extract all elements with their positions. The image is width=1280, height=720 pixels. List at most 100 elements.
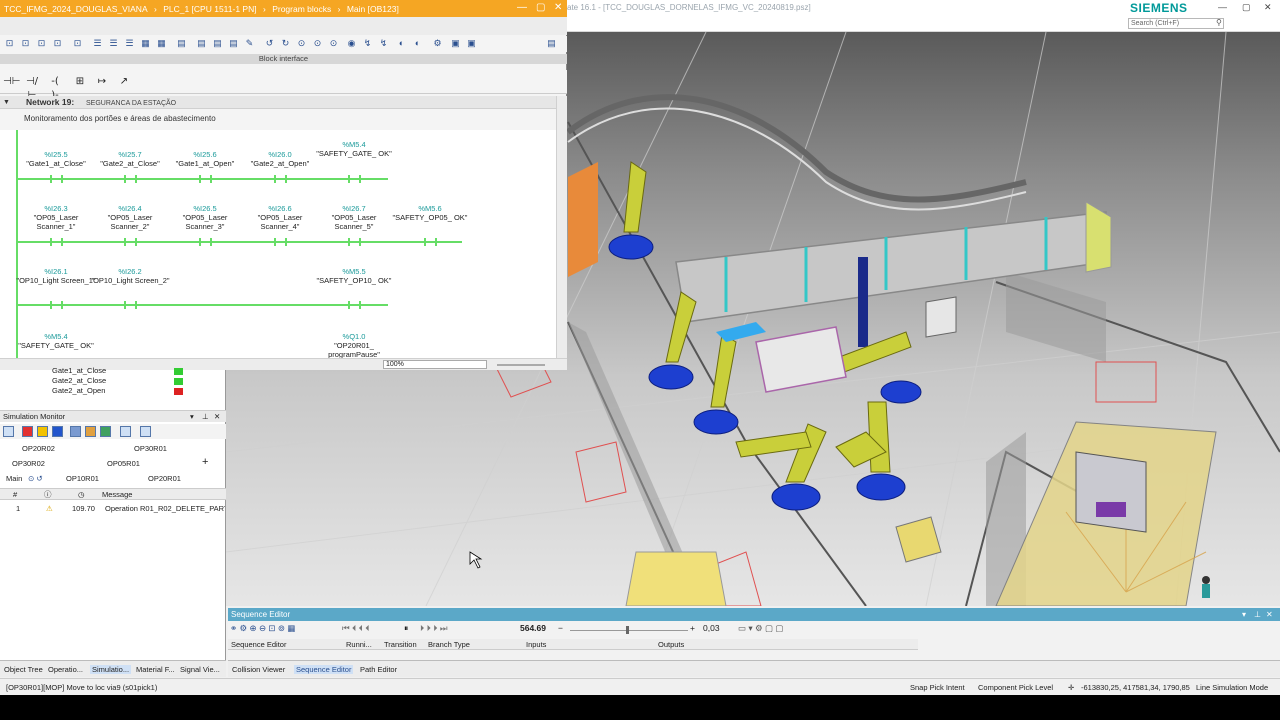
contact-gate1-at-open[interactable]: %I25.6 "Gate1_at_Open": [165, 150, 245, 168]
tab-signal-viewer[interactable]: Signal Vie...: [180, 665, 220, 674]
contact-gate2-at-open[interactable]: %I26.0 "Gate2_at_Open": [240, 150, 320, 168]
view-icon[interactable]: [70, 426, 81, 437]
error-filter-icon[interactable]: [22, 426, 33, 437]
toolbar-icon[interactable]: ↯: [378, 38, 389, 49]
toolbar-icon[interactable]: ◐: [412, 38, 423, 49]
tia-close-button[interactable]: ✕: [554, 2, 562, 13]
toolbar-icon[interactable]: ⊡: [52, 38, 63, 49]
toolbar-icon[interactable]: ✎: [244, 38, 255, 49]
view-icon[interactable]: [100, 426, 111, 437]
column-outputs[interactable]: Outputs: [658, 639, 684, 650]
close-branch-button[interactable]: ↗: [116, 75, 132, 89]
coil-safety-op10-ok[interactable]: %M5.5 "SAFETY_OP10_ OK": [314, 267, 394, 285]
speed-plus-button[interactable]: +: [690, 623, 695, 633]
breadcrumb-project[interactable]: TCC_IFMG_2024_DOUGLAS_VIANA: [4, 4, 148, 14]
tab-sequence-editor[interactable]: Sequence Editor: [294, 665, 354, 674]
tab-simulation-monitor[interactable]: Simulatio...: [90, 665, 132, 674]
table-row[interactable]: 1 ⚠ 109.70 Operation R01_R02_DELETE_PART: [0, 502, 226, 515]
dropdown-icon[interactable]: ▾: [190, 411, 194, 423]
column-transition[interactable]: Transition: [384, 639, 417, 650]
zoom-select[interactable]: 100%: [383, 360, 487, 369]
zoom-slider[interactable]: [497, 364, 545, 366]
toolbar-icon[interactable]: ⊡: [20, 38, 31, 49]
view-icon[interactable]: [85, 426, 96, 437]
column-inputs[interactable]: Inputs: [526, 639, 546, 650]
pause-icon[interactable]: ⏸: [404, 623, 408, 634]
column-branch-type[interactable]: Branch Type: [428, 639, 470, 650]
tab-options-icon[interactable]: ⊙ ↺: [28, 474, 43, 483]
time-column-icon[interactable]: ◷: [78, 489, 85, 500]
tab-op10r01[interactable]: OP10R01: [66, 474, 99, 483]
playback-forward-icon[interactable]: ⏵ ⏵ ⏵ ⏭: [420, 623, 448, 634]
tia-minimize-button[interactable]: —: [517, 2, 527, 13]
toolbar-icon[interactable]: ◉: [346, 38, 357, 49]
nc-contact-button[interactable]: ⊣/⊢: [24, 75, 40, 101]
close-icon[interactable]: ✕: [1266, 608, 1273, 621]
block-interface-bar[interactable]: Block interface: [0, 54, 567, 64]
contact-gate2-at-close[interactable]: %I25.7 "Gate2_at_Close": [90, 150, 170, 168]
tree-item-signal[interactable]: Gate2_at_Open: [52, 386, 105, 395]
tree-item-signal[interactable]: Gate1_at_Close: [52, 366, 106, 375]
info-filter-icon[interactable]: [52, 426, 63, 437]
info-column-icon[interactable]: ⓘ: [44, 489, 52, 500]
tab-collision-viewer[interactable]: Collision Viewer: [232, 665, 285, 674]
speed-value[interactable]: 0,03: [703, 623, 720, 633]
toolbar-icon[interactable]: ▣: [450, 38, 461, 49]
speed-minus-button[interactable]: −: [558, 623, 563, 633]
tab-object-tree[interactable]: Object Tree: [4, 665, 43, 674]
column-message[interactable]: Message: [102, 489, 132, 500]
toolbar-icon[interactable]: ⚭ ⚙ ⊕ ⊖ ⊡ ⊚ ▦: [230, 623, 295, 634]
contact-op10-light-screen-2[interactable]: %I26.2 "OP10_Light Screen_2": [90, 267, 170, 285]
toolbar-icon[interactable]: ⊡: [72, 38, 83, 49]
toolbar-icon[interactable]: ⊙: [312, 38, 323, 49]
ps-minimize-button[interactable]: —: [1218, 2, 1227, 12]
column-sequence-editor[interactable]: Sequence Editor: [231, 639, 286, 650]
contact-op05-laser-scanner-4[interactable]: %I26.6 "OP05_Laser Scanner_4": [240, 204, 320, 231]
toolbar-icon[interactable]: ⚙: [432, 38, 443, 49]
network-comment[interactable]: Monitoramento dos portões e áreas de aba…: [24, 114, 216, 123]
close-icon[interactable]: ✕: [214, 411, 220, 423]
ps-close-button[interactable]: ✕: [1264, 2, 1272, 13]
pin-icon[interactable]: ⊥: [202, 411, 209, 423]
tree-item-signal[interactable]: Gate2_at_Close: [52, 376, 106, 385]
warning-filter-icon[interactable]: [37, 426, 48, 437]
toolbar-icon[interactable]: ▤: [212, 38, 223, 49]
toolbar-icon[interactable]: ⊙: [328, 38, 339, 49]
tab-main[interactable]: Main: [6, 474, 22, 483]
no-contact-button[interactable]: ⊣⊢: [3, 75, 20, 89]
toolbar-icon[interactable]: ⊙: [296, 38, 307, 49]
collapse-arrow-icon[interactable]: ▼: [3, 96, 10, 109]
toolbar-icon[interactable]: ▭ ▾ ⚙ ▢ ▢: [738, 623, 783, 634]
contact-op05-laser-scanner-5[interactable]: %I26.7 "OP05_Laser Scanner_5": [314, 204, 394, 231]
coil-op20r01-program-pause[interactable]: %Q1.0 "OP20R01_ programPause": [314, 332, 394, 358]
empty-box-button[interactable]: ⊞: [72, 75, 88, 89]
network-header[interactable]: ▼ Network 19: SEGURANCA DA ESTAÇÃO: [0, 96, 556, 109]
tab-op30r01[interactable]: OP30R01: [134, 444, 167, 453]
column-running[interactable]: Runni...: [346, 639, 372, 650]
pin-icon[interactable]: ⊥: [1254, 608, 1261, 621]
speed-slider-thumb[interactable]: [626, 626, 629, 634]
toolbar-icon[interactable]: ▤: [228, 38, 239, 49]
coil-safety-gate-ok[interactable]: %M5.4 "SAFETY_GATE_ OK": [314, 140, 394, 158]
contact-op05-laser-scanner-1[interactable]: %I26.3 "OP05_Laser Scanner_1": [16, 204, 96, 231]
search-input[interactable]: Search (Ctrl+F): [1128, 18, 1224, 29]
open-branch-button[interactable]: ↦: [94, 75, 110, 89]
contact-op05-laser-scanner-3[interactable]: %I26.5 "OP05_Laser Scanner_3": [165, 204, 245, 231]
tab-material-flow[interactable]: Material F...: [136, 665, 175, 674]
breadcrumb-main-block[interactable]: Main [OB123]: [347, 4, 399, 14]
network-title[interactable]: SEGURANCA DA ESTAÇÃO: [86, 97, 176, 110]
vertical-scrollbar[interactable]: [556, 96, 567, 358]
contact-safety-gate-ok[interactable]: %M5.4 "SAFETY_GATE_ OK": [16, 332, 96, 350]
tab-op30r02[interactable]: OP30R02: [12, 459, 45, 468]
list-icon[interactable]: ☰: [108, 38, 119, 49]
toolbar-icon[interactable]: ▤: [196, 38, 207, 49]
list-icon[interactable]: ☰: [92, 38, 103, 49]
toolbar-icon[interactable]: ▤: [546, 38, 557, 49]
toolbar-icon[interactable]: ↺: [264, 38, 275, 49]
breadcrumb-program-blocks[interactable]: Program blocks: [272, 4, 331, 14]
simulation-mode[interactable]: Line Simulation Mode: [1196, 683, 1268, 692]
dropdown-icon[interactable]: ▾: [1242, 608, 1246, 621]
export-icon[interactable]: [120, 426, 131, 437]
coil-button[interactable]: -( )-: [47, 75, 63, 101]
toolbar-icon[interactable]: ↯: [362, 38, 373, 49]
